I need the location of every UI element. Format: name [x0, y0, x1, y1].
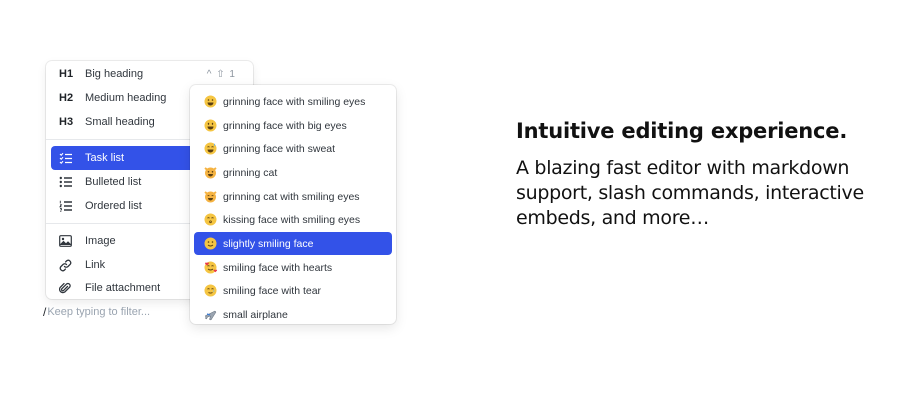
emoji-item-selected[interactable]: slightly smiling face: [194, 232, 392, 255]
link-icon: [59, 259, 79, 272]
grinning-face-icon: [203, 95, 217, 109]
keyboard-shortcut: ^ ⇧ 1: [206, 68, 236, 80]
menu-item-label: Big heading: [85, 68, 144, 80]
emoji-label: grinning face with smiling eyes: [223, 95, 366, 108]
smiling-face-tear-icon: [203, 284, 217, 298]
emoji-label: grinning cat with smiling eyes: [223, 190, 360, 203]
emoji-label: slightly smiling face: [223, 237, 314, 250]
menu-item-label: Ordered list: [85, 200, 142, 212]
filter-input[interactable]: [46, 306, 227, 318]
emoji-label: smiling face with hearts: [223, 261, 333, 274]
menu-item-label: Bulleted list: [85, 176, 142, 188]
emoji-menu: grinning face with smiling eyes grinning…: [190, 85, 396, 324]
image-icon: [59, 235, 79, 247]
emoji-label: grinning face with big eyes: [223, 119, 347, 132]
emoji-item[interactable]: grinning face with big eyes: [194, 114, 392, 137]
smiling-face-hearts-icon: [203, 261, 217, 275]
paperclip-icon: [59, 282, 79, 295]
emoji-item[interactable]: smiling face with hearts: [194, 256, 392, 279]
kissing-face-icon: [203, 213, 217, 227]
emoji-label: kissing face with smiling eyes: [223, 213, 361, 226]
slightly-smiling-face-icon: [203, 237, 217, 251]
emoji-label: grinning cat: [223, 166, 278, 179]
emoji-item[interactable]: grinning cat with smiling eyes: [194, 185, 392, 208]
emoji-item[interactable]: grinning face with sweat: [194, 137, 392, 160]
emoji-label: smiling face with tear: [223, 284, 322, 297]
grinning-face-sweat-icon: [203, 142, 217, 156]
menu-item-label: Link: [85, 259, 106, 271]
menu-item-label: File attachment: [85, 282, 161, 294]
emoji-item[interactable]: grinning face with smiling eyes: [194, 90, 392, 113]
feature-description: A blazing fast editor with markdown supp…: [516, 157, 864, 229]
menu-item-label: Image: [85, 235, 116, 247]
bulleted-list-icon: [59, 176, 79, 188]
emoji-item[interactable]: grinning cat: [194, 161, 392, 184]
heading-tag: H1: [59, 68, 74, 80]
grinning-cat-smiling-eyes-icon: [203, 190, 217, 204]
emoji-item[interactable]: smiling face with tear: [194, 279, 392, 302]
grinning-face-big-eyes-icon: [203, 119, 217, 133]
menu-item-label: Medium heading: [85, 92, 167, 104]
ordered-list-icon: [59, 200, 79, 212]
heading-tag: H2: [59, 92, 74, 104]
menu-item-big-heading[interactable]: H1 Big heading ^ ⇧ 1: [51, 62, 248, 86]
grinning-cat-icon: [203, 166, 217, 180]
slash-command-filter: /: [43, 303, 243, 321]
menu-item-label: Small heading: [85, 116, 155, 128]
feature-headline: Intuitive editing experience.: [516, 119, 848, 143]
checklist-icon: [59, 152, 79, 164]
heading-tag: H3: [59, 116, 74, 128]
emoji-label: grinning face with sweat: [223, 142, 336, 155]
menu-item-label: Task list: [85, 152, 125, 164]
emoji-item[interactable]: kissing face with smiling eyes: [194, 208, 392, 231]
